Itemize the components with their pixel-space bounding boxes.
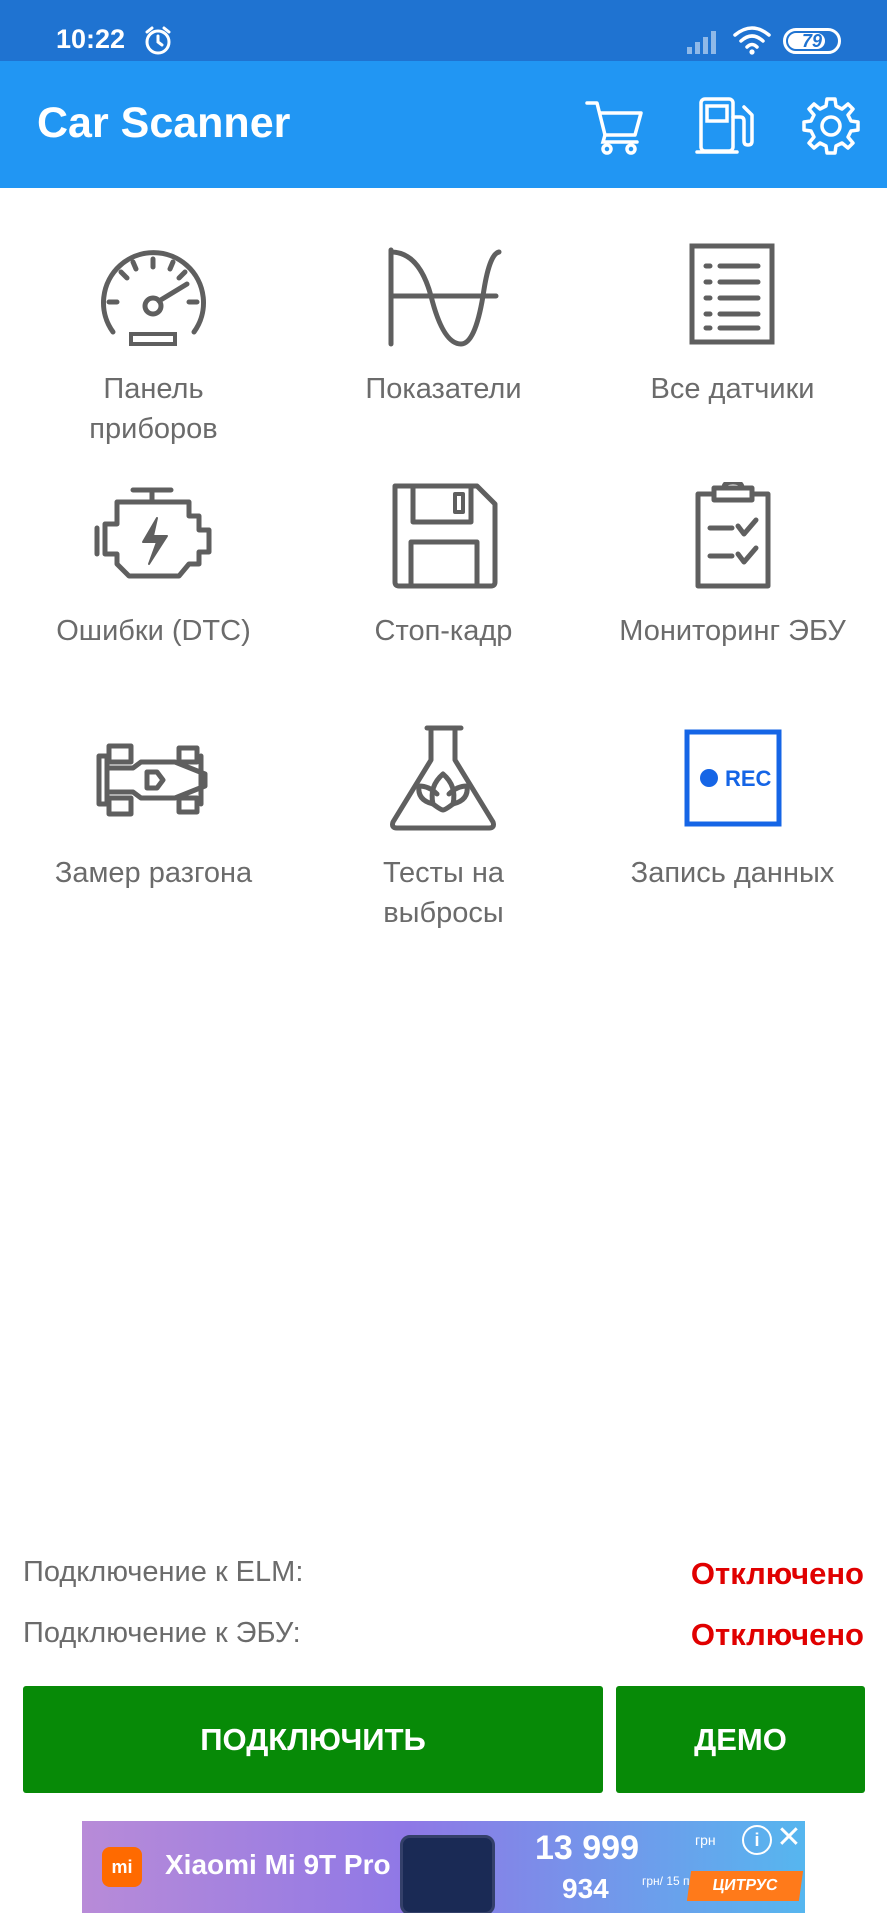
menu-item-emission-tests[interactable]: Тесты на выбросы (296, 672, 591, 929)
cart-icon[interactable] (583, 95, 645, 157)
demo-button[interactable]: ДЕМО (616, 1686, 865, 1793)
eco-flask-icon (383, 724, 504, 832)
ad-shop-badge: ЦИТРУС (686, 1871, 804, 1901)
menu-item-label: Стоп-кадр (374, 615, 513, 647)
dashboard-gauge-icon (93, 240, 214, 348)
menu-item-ecu-monitoring[interactable]: Мониторинг ЭБУ (585, 430, 880, 650)
menu-item-dtc[interactable]: Ошибки (DTC) (6, 430, 301, 650)
alarm-icon (143, 26, 173, 56)
floppy-disk-icon (383, 482, 504, 590)
svg-text:REC: REC (725, 766, 772, 791)
menu-item-label: Запись данных (630, 857, 835, 889)
ecu-connection-label: Подключение к ЭБУ: (23, 1617, 301, 1649)
menu-item-all-sensors[interactable]: Все датчики (585, 188, 880, 408)
ad-installment: 934 (562, 1873, 609, 1904)
race-car-icon (93, 724, 214, 832)
fuel-pump-icon[interactable] (694, 95, 756, 157)
elm-connection-row: Подключение к ELM: Отключено (23, 1556, 864, 1600)
menu-item-data-recording[interactable]: REC Запись данных (585, 672, 880, 892)
xiaomi-logo-icon: mi (102, 1847, 142, 1887)
ad-info-icon[interactable]: i (742, 1825, 772, 1855)
menu-item-metrics[interactable]: Показатели (296, 188, 591, 408)
menu-item-dashboard[interactable]: Панель приборов (6, 188, 301, 445)
battery-level: 79 (801, 31, 823, 51)
sensors-list-icon (672, 240, 793, 348)
signal-icon (686, 27, 722, 55)
clock: 10:22 (56, 24, 126, 54)
menu-item-acceleration[interactable]: Замер разгона (6, 672, 301, 892)
battery-indicator: 79 (783, 28, 841, 54)
menu-item-freeze-frame[interactable]: Стоп-кадр (296, 430, 591, 650)
status-bar: 10:22 79 (0, 0, 887, 61)
phone-image (400, 1835, 495, 1913)
menu-item-label: Замер разгона (54, 857, 253, 889)
menu-item-label: Мониторинг ЭБУ (619, 615, 846, 647)
elm-connection-label: Подключение к ELM: (23, 1556, 304, 1588)
rec-icon: REC (672, 724, 793, 832)
wifi-icon (733, 25, 771, 55)
clipboard-check-icon (672, 479, 793, 590)
settings-gear-icon[interactable] (800, 95, 862, 157)
connect-button[interactable]: ПОДКЛЮЧИТЬ (23, 1686, 603, 1793)
menu-item-label: Показатели (365, 373, 522, 405)
ad-price: 13 999 (535, 1829, 639, 1867)
app-title: Car Scanner (37, 99, 291, 147)
ecu-connection-row: Подключение к ЭБУ: Отключено (23, 1617, 864, 1661)
engine-error-icon (93, 482, 214, 590)
app-bar: Car Scanner (0, 61, 887, 188)
graph-wave-icon (383, 240, 504, 348)
ad-product-name: Xiaomi Mi 9T Pro (165, 1849, 391, 1880)
elm-connection-status: Отключено (690, 1556, 864, 1591)
ad-currency: грн (695, 1832, 716, 1848)
menu-item-label: Все датчики (650, 373, 815, 405)
ad-banner[interactable]: mi Xiaomi Mi 9T Pro 13 999 грн 934 грн/ … (82, 1821, 805, 1913)
ecu-connection-status: Отключено (690, 1617, 864, 1652)
ad-close-icon[interactable]: ✕ (776, 1823, 802, 1853)
menu-item-label: Тесты на выбросы (382, 857, 505, 929)
menu-item-label: Ошибки (DTC) (56, 615, 251, 647)
